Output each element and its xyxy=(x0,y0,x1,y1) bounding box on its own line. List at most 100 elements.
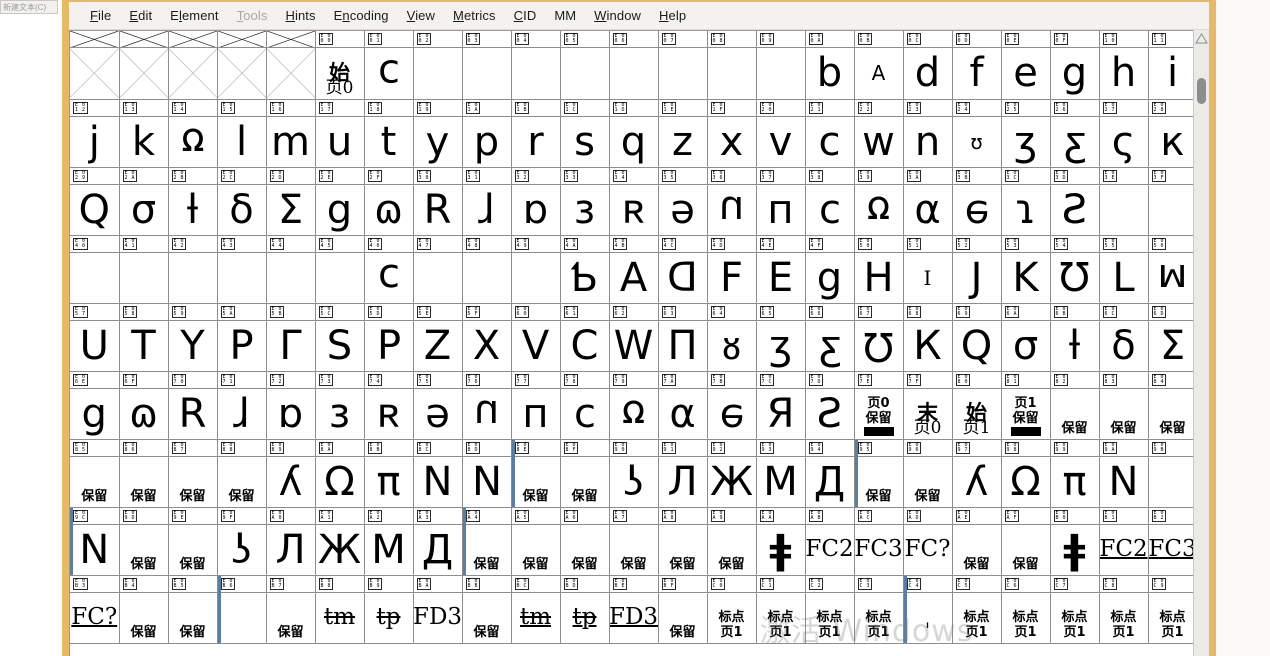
glyph-cell-E055[interactable]: E 05 5 L xyxy=(1099,235,1149,304)
glyph-cell-E028[interactable]: E 02 8 к xyxy=(1148,99,1193,168)
menu-help[interactable]: Help xyxy=(650,5,695,26)
glyph-cell-E050[interactable]: E 05 0 H xyxy=(854,235,904,304)
glyph-cell-E012[interactable]: E 01 2j xyxy=(70,99,120,168)
glyph-cell-unencoded[interactable] xyxy=(266,31,316,100)
glyph-cell-E04E[interactable]: E 04 E E xyxy=(756,235,806,304)
glyph-cell-E04F[interactable]: E 04 F g xyxy=(805,235,855,304)
glyph-cell-E0C6[interactable]: E 0C 6 标点 页1 xyxy=(1001,575,1051,644)
glyph-cell-E099[interactable]: E 09 9 π xyxy=(1050,439,1100,508)
glyph-cell-E00A[interactable]: E 00 A b xyxy=(805,31,855,100)
glyph-cell-E067[interactable]: E 06 7 Ω xyxy=(854,303,904,372)
glyph-cell-E0AA[interactable]: E 0A A ǂ xyxy=(756,507,806,576)
glyph-cell-E0AD[interactable]: E 0A D FC? xyxy=(903,507,953,576)
glyph-cell-E083[interactable]: E 08 3 保留 xyxy=(1099,371,1149,440)
glyph-cell-E05B[interactable]: E 05 B Γ xyxy=(266,303,316,372)
glyph-cell-E033[interactable]: E 03 3 ɜ xyxy=(560,167,610,236)
glyph-cell-E026[interactable]: E 02 6 ʒ xyxy=(1050,99,1100,168)
glyph-cell-E0A3[interactable]: E 0A 3 Д xyxy=(413,507,463,576)
glyph-cell-E0C9[interactable]: E 0C 9 标点 页1 xyxy=(1148,575,1193,644)
glyph-cell-E05E[interactable]: E 05 E Z xyxy=(413,303,463,372)
glyph-cell-E08A[interactable]: E 08 A Ω xyxy=(315,439,365,508)
glyph-cell-unencoded[interactable] xyxy=(168,31,218,100)
glyph-cell-E066[interactable]: E 06 6 ʒ xyxy=(805,303,855,372)
glyph-cell-E062[interactable]: E 06 2 W xyxy=(609,303,659,372)
glyph-cell-E025[interactable]: E 02 5 ʒ xyxy=(1001,99,1051,168)
glyph-cell-E095[interactable]: E 09 5 保留 xyxy=(854,439,904,508)
glyph-cell-E09F[interactable]: E 09 F ʖ xyxy=(217,507,267,576)
glyph-cell-E011[interactable]: E 01 1 i xyxy=(1148,31,1193,100)
glyph-cell-E081[interactable]: E 08 1 页1 保留 xyxy=(1001,371,1051,440)
glyph-cell-E0AB[interactable]: E 0A B FC2 xyxy=(805,507,855,576)
glyph-cell-E071[interactable]: E 07 1 ɺ xyxy=(217,371,267,440)
glyph-cell-E05C[interactable]: E 05 C S xyxy=(315,303,365,372)
glyph-cell-E00F[interactable]: E 00 F g xyxy=(1050,31,1100,100)
glyph-cell-E024[interactable]: E 02 4 ʊ xyxy=(952,99,1002,168)
glyph-cell-E0BD[interactable]: E 0B D tp xyxy=(560,575,610,644)
glyph-cell-E057[interactable]: E 05 7 U xyxy=(70,303,120,372)
glyph-cell-E051[interactable]: E 05 1 I xyxy=(903,235,953,304)
glyph-cell-E00E[interactable]: E 00 E e xyxy=(1001,31,1051,100)
glyph-cell-E087[interactable]: E 08 7 保留 xyxy=(168,439,218,508)
glyph-cell-E01B[interactable]: E 01 B r xyxy=(511,99,561,168)
glyph-cell-E048[interactable]: E 04 8 xyxy=(462,235,512,304)
glyph-cell-E0AF[interactable]: E 0A F 保留 xyxy=(1001,507,1051,576)
glyph-cell-E080[interactable]: E 08 0 始页1 xyxy=(952,371,1002,440)
glyph-cell-E02C[interactable]: E 02 C δ xyxy=(217,167,267,236)
glyph-cell-E06A[interactable]: E 06 A σ xyxy=(1001,303,1051,372)
glyph-cell-E016[interactable]: E 01 6 m xyxy=(266,99,316,168)
glyph-cell-E0B6[interactable]: E 0B 6 xyxy=(217,575,267,644)
glyph-cell-E010[interactable]: E 01 0 h xyxy=(1099,31,1149,100)
glyph-cell-E0B8[interactable]: E 0B 8 tm xyxy=(315,575,365,644)
glyph-cell-E08C[interactable]: E 08 C N xyxy=(413,439,463,508)
glyph-cell-E03A[interactable]: E 03 A α xyxy=(903,167,953,236)
glyph-cell-E058[interactable]: E 05 8 T xyxy=(119,303,169,372)
glyph-cell-E01F[interactable]: E 01 F x xyxy=(707,99,757,168)
glyph-cell-unencoded[interactable] xyxy=(217,31,267,100)
glyph-cell-E07D[interactable]: E 07 D Ƨ xyxy=(805,371,855,440)
glyph-cell-E09E[interactable]: E 09 E 保留 xyxy=(168,507,218,576)
glyph-cell-E01E[interactable]: E 01 E z xyxy=(658,99,708,168)
glyph-cell-E043[interactable]: E 04 3 xyxy=(217,235,267,304)
glyph-cell-E03D[interactable]: E 03 D Ƨ xyxy=(1050,167,1100,236)
glyph-cell-E007[interactable]: E 00 7 xyxy=(658,31,708,100)
glyph-cell-E038[interactable]: E 03 8 ɔ xyxy=(805,167,855,236)
glyph-cell-E06C[interactable]: E 06 C δ xyxy=(1099,303,1149,372)
glyph-cell-E094[interactable]: E 09 4 Д xyxy=(805,439,855,508)
glyph-cell-E0C0[interactable]: E 0C 0 标点 页1 xyxy=(707,575,757,644)
glyph-cell-E034[interactable]: E 03 4 я xyxy=(609,167,659,236)
glyph-cell-E0B5[interactable]: E 0B 5 保留 xyxy=(168,575,218,644)
glyph-cell-E053[interactable]: E 05 3 K xyxy=(1001,235,1051,304)
glyph-cell-E052[interactable]: E 05 2 J xyxy=(952,235,1002,304)
menu-encoding[interactable]: Encoding xyxy=(325,5,398,26)
glyph-cell-E079[interactable]: E 07 9 ʊ xyxy=(609,371,659,440)
glyph-cell-E08F[interactable]: E 08 F 保留 xyxy=(560,439,610,508)
glyph-cell-E039[interactable]: E 03 9 ʊ xyxy=(854,167,904,236)
glyph-cell-E03C[interactable]: E 03 C ɿ xyxy=(1001,167,1051,236)
glyph-cell-E035[interactable]: E 03 5 ə xyxy=(658,167,708,236)
glyph-cell-E03E[interactable]: E 03 E xyxy=(1099,167,1149,236)
glyph-cell-E08E[interactable]: E 08 E 保留 xyxy=(511,439,561,508)
glyph-cell-E03B[interactable]: E 03 B ə xyxy=(952,167,1002,236)
glyph-cell-E073[interactable]: E 07 3 ɜ xyxy=(315,371,365,440)
glyph-cell-E013[interactable]: E 01 3 k xyxy=(119,99,169,168)
glyph-cell-E049[interactable]: E 04 9 xyxy=(511,235,561,304)
glyph-cell-E0A5[interactable]: E 0A 5 保留 xyxy=(511,507,561,576)
glyph-cell-E0A9[interactable]: E 0A 9 保留 xyxy=(707,507,757,576)
glyph-cell-E031[interactable]: E 03 1 ɺ xyxy=(462,167,512,236)
glyph-cell-E060[interactable]: E 06 0 V xyxy=(511,303,561,372)
glyph-cell-E0AC[interactable]: E 0A C FC3 xyxy=(854,507,904,576)
glyph-cell-E084[interactable]: E 08 4 保留 xyxy=(1148,371,1193,440)
menu-element[interactable]: Element xyxy=(161,5,227,26)
glyph-cell-E098[interactable]: E 09 8 Ω xyxy=(1001,439,1051,508)
glyph-cell-E059[interactable]: E 05 9 Y xyxy=(168,303,218,372)
glyph-cell-E0BB[interactable]: E 0B B 保留 xyxy=(462,575,512,644)
glyph-cell-E096[interactable]: E 09 6 保留 xyxy=(903,439,953,508)
glyph-cell-E093[interactable]: E 09 3 М xyxy=(756,439,806,508)
glyph-cell-E068[interactable]: E 06 8 К xyxy=(903,303,953,372)
glyph-cell-E082[interactable]: E 08 2 保留 xyxy=(1050,371,1100,440)
glyph-cell-E02D[interactable]: E 02 D Σ xyxy=(266,167,316,236)
glyph-cell-E09D[interactable]: E 09 D 保留 xyxy=(119,507,169,576)
glyph-cell-unencoded[interactable] xyxy=(70,31,120,100)
glyph-cell-E08B[interactable]: E 08 B π xyxy=(364,439,414,508)
glyph-cell-E074[interactable]: E 07 4 я xyxy=(364,371,414,440)
